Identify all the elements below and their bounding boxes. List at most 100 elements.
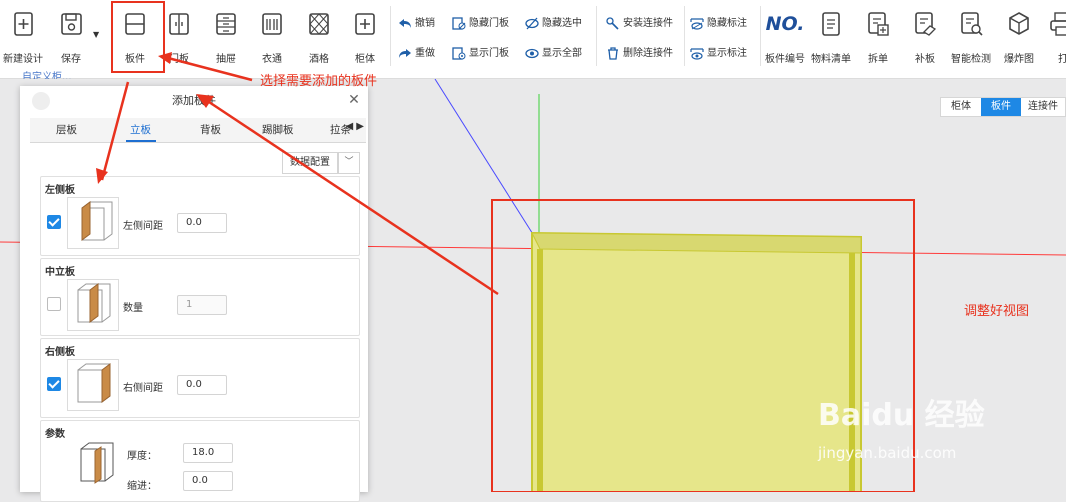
save-dropdown-caret-icon[interactable]: ▼ [93, 30, 99, 39]
show-annotation-icon [690, 47, 704, 60]
left-spacing-input[interactable] [177, 213, 227, 233]
view-tab-connector[interactable]: 连接件 [1021, 98, 1065, 116]
show-annotation-label: 显示标注 [707, 48, 747, 59]
smart-detect-icon [957, 10, 985, 38]
view-tab-cabinet[interactable]: 柜体 [941, 98, 981, 116]
undo-button[interactable]: 撤销 [398, 14, 435, 30]
hide-door-icon [452, 16, 466, 30]
print-label: 打 [1058, 54, 1066, 65]
cabinet-top-panel-shape [531, 232, 862, 254]
show-all-button[interactable]: 显示全部 [525, 44, 582, 60]
hide-door-label: 隐藏门板 [469, 18, 509, 29]
baidu-watermark-logo: Baidu 经验 [818, 398, 985, 433]
left-spacing-label: 左侧间距 [123, 221, 163, 232]
clothes-rail-icon [258, 10, 286, 38]
view-mode-tabs: 柜体 板件 连接件 [940, 97, 1066, 117]
middle-count-label: 数量 [123, 303, 143, 314]
redo-button[interactable]: 重做 [398, 44, 435, 60]
new-design-button[interactable]: 新建设计 [0, 6, 46, 68]
install-connector-icon [606, 16, 620, 30]
exploded-view-icon [1005, 10, 1033, 38]
left-panel-thumbnail-icon [67, 197, 119, 249]
add-panel-dialog: 添加板件 ✕ 层板 立板 背板 踢脚板 拉条 ◀ ▶ 数据配置 ﹀ 左侧板 左侧… [20, 86, 368, 502]
print-button[interactable]: 打 [1040, 6, 1066, 68]
params-thumbnail-icon [71, 439, 121, 489]
baidu-watermark-url: jingyan.baidu.com [818, 444, 957, 462]
show-door-label: 显示门板 [469, 48, 509, 59]
close-icon[interactable]: ✕ [346, 92, 362, 108]
drawer-icon [212, 10, 240, 38]
undo-icon [398, 17, 412, 30]
save-button[interactable]: 保存 [48, 6, 94, 68]
cabinet-button[interactable]: 柜体 [342, 6, 388, 68]
print-icon [1048, 10, 1066, 38]
split-order-icon [864, 10, 892, 38]
wine-rack-icon [305, 10, 333, 38]
clothes-rail-button[interactable]: 衣通 [249, 6, 295, 68]
install-connector-button[interactable]: 安装连接件 [606, 14, 673, 30]
z-axis-line [434, 79, 537, 240]
show-annotation-button[interactable]: 显示标注 [690, 44, 747, 60]
middle-panel-group: 中立板 数量 [40, 258, 360, 336]
thickness-label: 厚度： [127, 451, 157, 462]
toolbar-divider [390, 6, 391, 66]
bom-button[interactable]: 物料清单 [808, 6, 854, 68]
hide-door-button[interactable]: 隐藏门板 [452, 14, 509, 30]
save-icon [57, 10, 85, 38]
indent-label: 缩进： [127, 481, 157, 492]
right-panel-checkbox[interactable] [47, 377, 61, 391]
cabinet-body-shape [531, 231, 862, 492]
hide-selected-label: 隐藏选中 [542, 18, 582, 29]
middle-count-input[interactable] [177, 295, 227, 315]
group-title: 右侧板 [45, 347, 75, 358]
data-config-button[interactable]: 数据配置 [282, 152, 338, 174]
split-order-button[interactable]: 拆单 [855, 6, 901, 68]
delete-connector-button[interactable]: 删除连接件 [606, 44, 673, 60]
tab-scroll-arrows-icon[interactable]: ◀ ▶ [345, 121, 364, 132]
patch-panel-icon [911, 10, 939, 38]
show-all-label: 显示全部 [542, 48, 582, 59]
left-panel-group: 左侧板 左侧间距 [40, 176, 360, 256]
right-spacing-input[interactable] [177, 375, 227, 395]
show-all-icon [525, 47, 539, 60]
chevron-down-icon[interactable]: ﹀ [338, 152, 360, 174]
hide-annotation-label: 隐藏标注 [707, 18, 747, 29]
middle-panel-checkbox[interactable] [47, 297, 61, 311]
hide-selected-button[interactable]: 隐藏选中 [525, 14, 582, 30]
door-panel-button[interactable]: 门板 [156, 6, 202, 68]
save-label: 保存 [61, 54, 81, 65]
delete-connector-label: 删除连接件 [623, 48, 673, 59]
hide-selected-icon [525, 17, 539, 30]
group-title: 左侧板 [45, 185, 75, 196]
panel-number-glyph: NO. [765, 13, 805, 35]
install-connector-label: 安装连接件 [623, 18, 673, 29]
redo-icon [398, 47, 412, 60]
delete-connector-icon [606, 46, 620, 60]
tab-kick-panel[interactable]: 踢脚板 [262, 122, 294, 137]
show-door-button[interactable]: 显示门板 [452, 44, 509, 60]
indent-input[interactable] [183, 471, 233, 491]
panel-icon [121, 10, 149, 38]
tab-back-panel[interactable]: 背板 [200, 122, 221, 137]
group-title: 参数 [45, 429, 65, 440]
toolbar-divider [684, 6, 685, 66]
active-tab-indicator [126, 140, 156, 142]
panel-number-icon: NO. [765, 10, 805, 38]
dialog-title: 添加板件 [172, 94, 216, 107]
smart-detect-button[interactable]: 智能检测 [948, 6, 994, 68]
params-group: 参数 厚度： 缩进： [40, 420, 360, 502]
thickness-input[interactable] [183, 443, 233, 463]
toolbar-divider [596, 6, 597, 66]
hide-annotation-button[interactable]: 隐藏标注 [690, 14, 747, 30]
cabinet-icon [351, 10, 379, 38]
tab-shelf[interactable]: 层板 [56, 122, 77, 137]
tab-vertical-panel[interactable]: 立板 [130, 122, 151, 137]
view-tab-panel[interactable]: 板件 [981, 98, 1021, 116]
group-title: 中立板 [45, 267, 75, 278]
exploded-view-button[interactable]: 爆炸图 [996, 6, 1042, 68]
right-panel-thumbnail-icon [67, 359, 119, 411]
cabinet-label: 柜体 [355, 54, 375, 65]
door-panel-icon [165, 10, 193, 38]
right-spacing-label: 右侧间距 [123, 383, 163, 394]
left-panel-checkbox[interactable] [47, 215, 61, 229]
